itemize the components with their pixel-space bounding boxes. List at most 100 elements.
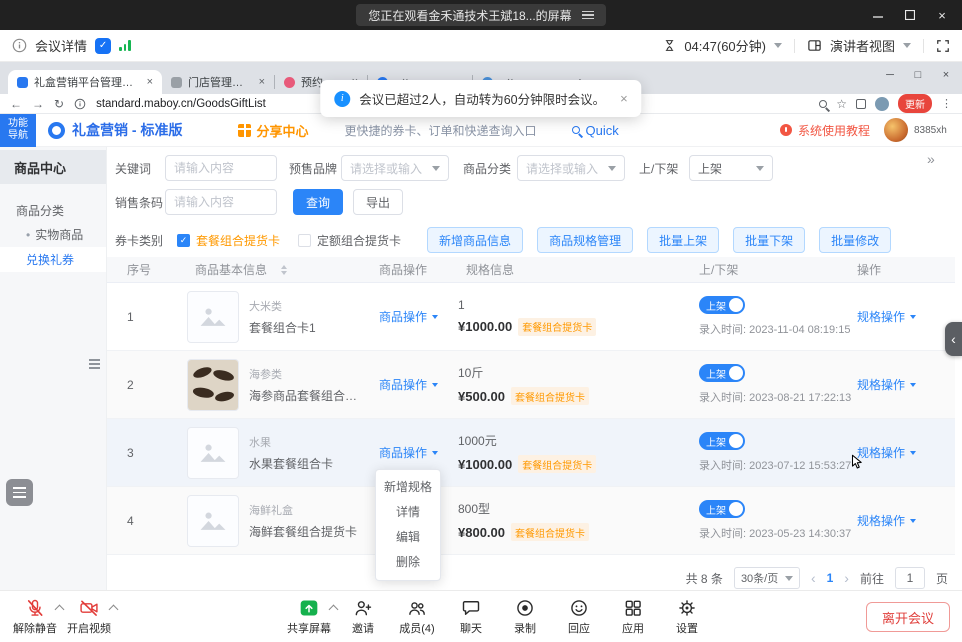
browser-tab[interactable]: 门店管理中心 × xyxy=(162,70,274,94)
tab-close-icon[interactable]: × xyxy=(259,76,265,88)
reaction-button[interactable]: 回应 xyxy=(552,595,606,639)
combo-card-checkbox[interactable]: ✓ xyxy=(177,234,190,247)
current-page[interactable]: 1 xyxy=(827,571,834,585)
view-mode-label[interactable]: 演讲者视图 xyxy=(830,36,895,55)
filter-collapse-icon[interactable]: » xyxy=(927,151,935,167)
goto-page-input[interactable] xyxy=(895,567,925,589)
table-row[interactable]: 1 大米类套餐组合卡1 商品操作 1 ¥1000.00套餐组合提货卡 上架 录入… xyxy=(107,283,955,351)
extensions-icon[interactable] xyxy=(856,99,866,109)
browser-close-icon[interactable]: × xyxy=(932,62,960,88)
video-options-chevron-icon[interactable] xyxy=(109,605,119,615)
header-info[interactable]: 商品基本信息 xyxy=(181,261,365,278)
url-text[interactable]: standard.maboy.cn/GoodsGiftList xyxy=(96,98,266,110)
network-signal-icon[interactable] xyxy=(119,40,131,51)
bookmark-star-icon[interactable]: ☆ xyxy=(836,97,847,111)
chat-button[interactable]: 聊天 xyxy=(444,595,498,639)
fixed-card-checkbox-label[interactable]: 定额组合提货卡 xyxy=(317,232,401,249)
browser-minimize-icon[interactable]: ─ xyxy=(876,62,904,88)
export-button[interactable]: 导出 xyxy=(353,189,403,215)
sidebar-item-gift-voucher[interactable]: 兑换礼券 xyxy=(0,247,106,272)
user-avatar[interactable] xyxy=(884,118,908,142)
spec-manage-button[interactable]: 商品规格管理 xyxy=(537,227,633,253)
leave-meeting-button[interactable]: 离开会议 xyxy=(866,602,950,632)
unmute-button[interactable]: 解除静音 xyxy=(8,595,62,639)
reload-icon[interactable]: ↻ xyxy=(54,97,64,111)
share-center-link[interactable]: 分享中心 xyxy=(256,121,308,140)
page-workarea: 商品中心 商品分类 • 实物商品 兑换礼券 关键词 预售品牌 请选择或输入 商品… xyxy=(0,147,962,590)
sidebar-section-product-center[interactable]: 商品中心 xyxy=(0,150,106,184)
spec-operation-link[interactable]: 规格操作 xyxy=(857,376,916,393)
start-video-button[interactable]: 开启视频 xyxy=(62,595,116,639)
site-info-icon[interactable] xyxy=(74,98,86,110)
close-button[interactable]: × xyxy=(926,0,958,30)
notice-close-icon[interactable]: × xyxy=(620,91,628,106)
shelf-toggle[interactable]: 上架 xyxy=(699,364,745,382)
barcode-input[interactable] xyxy=(165,189,277,215)
browser-maximize-icon[interactable]: □ xyxy=(904,62,932,88)
batch-off-shelf-button[interactable]: 批量下架 xyxy=(733,227,805,253)
brand-select[interactable]: 请选择或输入 xyxy=(341,155,449,181)
tutorial-link[interactable]: 系统使用教程 xyxy=(798,122,870,139)
apps-button[interactable]: 应用 xyxy=(606,595,660,639)
members-button[interactable]: 成员(4) xyxy=(390,595,444,639)
share-screen-button[interactable]: 共享屏幕 xyxy=(282,595,336,639)
zoom-icon[interactable] xyxy=(819,100,827,108)
record-button[interactable]: 录制 xyxy=(498,595,552,639)
product-operation-link[interactable]: 商品操作 xyxy=(379,308,438,325)
add-product-button[interactable]: 新增商品信息 xyxy=(427,227,523,253)
combo-card-checkbox-label[interactable]: 套餐组合提货卡 xyxy=(196,232,280,249)
spec-operation-link[interactable]: 规格操作 xyxy=(857,512,916,529)
menu-item-detail[interactable]: 详情 xyxy=(376,500,440,525)
menu-item-add-spec[interactable]: 新增规格 xyxy=(376,475,440,500)
meeting-float-widget[interactable] xyxy=(6,479,33,506)
sidebar-group-product-category[interactable]: 商品分类 xyxy=(0,198,106,222)
shelf-select[interactable]: 上架 xyxy=(689,155,773,181)
maximize-button[interactable] xyxy=(894,0,926,30)
sidebar-collapse-icon[interactable] xyxy=(89,359,100,369)
panel-expand-handle[interactable]: ‹ xyxy=(945,322,962,356)
spec-operation-link[interactable]: 规格操作 xyxy=(857,444,916,461)
product-operation-link[interactable]: 商品操作 xyxy=(379,376,438,393)
table-row[interactable]: 3 水果水果套餐组合卡 商品操作 1000元 ¥1000.00套餐组合提货卡 上… xyxy=(107,419,955,487)
prev-page-icon[interactable]: ‹ xyxy=(811,570,816,586)
view-chevron-down-icon[interactable] xyxy=(903,43,911,52)
table-row[interactable]: 2 海参类海参商品套餐组合提货卡 商品操作 10斤 ¥500.00套餐组合提货卡… xyxy=(107,351,955,419)
chevron-down-icon xyxy=(910,383,916,390)
browser-tab-active[interactable]: 礼盒营销平台管理中心 × xyxy=(8,70,162,94)
fullscreen-icon[interactable] xyxy=(936,39,950,53)
shelf-toggle[interactable]: 上架 xyxy=(699,432,745,450)
browser-profile-avatar[interactable] xyxy=(875,97,889,111)
timer-chevron-down-icon[interactable] xyxy=(774,43,782,52)
settings-button[interactable]: 设置 xyxy=(660,595,714,639)
meeting-detail-label[interactable]: 会议详情 xyxy=(35,36,87,55)
keyword-input[interactable] xyxy=(165,155,277,181)
next-page-icon[interactable]: › xyxy=(844,570,849,586)
minimize-button[interactable] xyxy=(862,0,894,30)
screen-menu-icon[interactable] xyxy=(582,11,594,20)
back-icon[interactable]: ← xyxy=(10,97,22,111)
menu-item-delete[interactable]: 删除 xyxy=(376,550,440,575)
sort-icon[interactable] xyxy=(281,265,287,275)
search-button[interactable]: 查询 xyxy=(293,189,343,215)
invite-button[interactable]: 邀请 xyxy=(336,595,390,639)
forward-icon[interactable]: → xyxy=(32,97,44,111)
batch-on-shelf-button[interactable]: 批量上架 xyxy=(647,227,719,253)
fixed-card-checkbox[interactable] xyxy=(298,234,311,247)
table-row[interactable]: 4 海鲜礼盒海鲜套餐组合提货卡 商品操作 800型 ¥800.00套餐组合提货卡… xyxy=(107,487,955,555)
quick-search-link[interactable]: Quick xyxy=(572,123,618,138)
batch-edit-button[interactable]: 批量修改 xyxy=(819,227,891,253)
browser-menu-icon[interactable]: ⋮ xyxy=(941,97,952,110)
category-select[interactable]: 请选择或输入 xyxy=(517,155,625,181)
shelf-toggle[interactable]: 上架 xyxy=(699,296,745,314)
browser-update-button[interactable]: 更新 xyxy=(898,94,932,113)
shelf-toggle[interactable]: 上架 xyxy=(699,500,745,518)
menu-item-edit[interactable]: 编辑 xyxy=(376,525,440,550)
page-size-select[interactable]: 30条/页 xyxy=(734,567,800,589)
product-operation-link[interactable]: 商品操作 xyxy=(379,444,438,461)
sidebar-item-physical-goods[interactable]: • 实物商品 xyxy=(0,222,106,247)
function-nav-button[interactable]: 功能导航 xyxy=(0,114,36,147)
spec-operation-link[interactable]: 规格操作 xyxy=(857,308,916,325)
tab-close-icon[interactable]: × xyxy=(147,76,153,88)
security-shield-icon[interactable]: ✓ xyxy=(95,38,111,54)
chevron-down-icon xyxy=(432,315,438,322)
